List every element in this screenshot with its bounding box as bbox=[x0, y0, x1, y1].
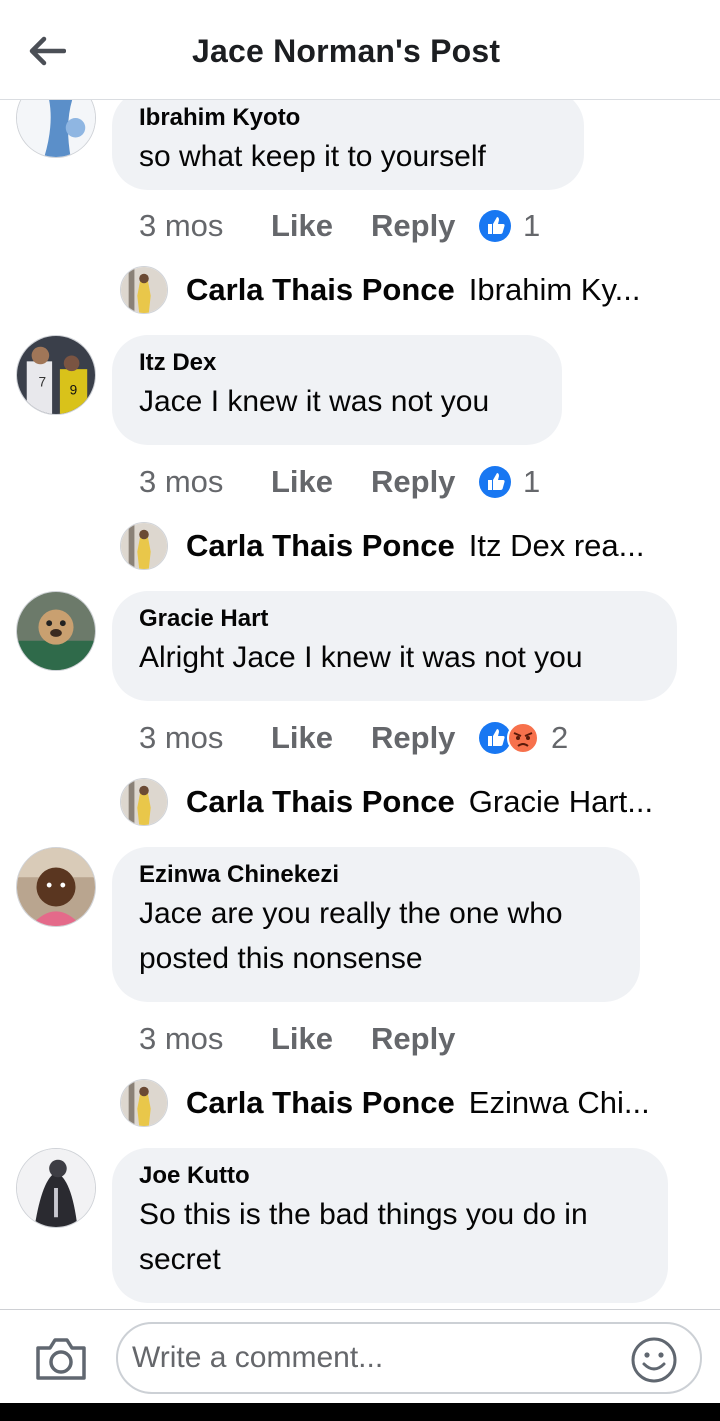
comment-text: Jace I knew it was not you bbox=[139, 385, 490, 418]
comment-text: So this is the bad things you do in bbox=[139, 1198, 588, 1231]
like-button[interactable]: Like bbox=[271, 1021, 371, 1057]
page-title: Jace Norman's Post bbox=[192, 33, 501, 69]
avatar[interactable]: 79 bbox=[16, 335, 96, 415]
reply-button[interactable]: Reply bbox=[371, 720, 479, 756]
comment-bubble[interactable]: Itz Dex Jace I knew it was not you bbox=[112, 335, 562, 445]
comment-bubble[interactable]: Ibrahim Kyoto so what keep it to yoursel… bbox=[112, 100, 584, 190]
like-button[interactable]: Like bbox=[271, 208, 371, 244]
reply-author: Carla Thais Ponce bbox=[186, 784, 455, 819]
reply-button[interactable]: Reply bbox=[371, 1021, 479, 1057]
comment-actions: 3 mos Like Reply bbox=[139, 1019, 479, 1059]
angry-reaction-icon bbox=[507, 722, 539, 754]
comment-time: 3 mos bbox=[139, 720, 224, 755]
reply-preview[interactable]: Carla Thais Ponce Gracie Hart... bbox=[120, 777, 653, 827]
comment-time: 3 mos bbox=[139, 464, 224, 499]
comment-bubble[interactable]: Ezinwa Chinekezi Jace are you really the… bbox=[112, 847, 640, 1002]
reply-preview[interactable]: Carla Thais Ponce Itz Dex rea... bbox=[120, 521, 645, 571]
emoji-button[interactable] bbox=[630, 1336, 678, 1384]
comment-actions: 3 mos Like Reply 2 bbox=[139, 718, 568, 758]
comment-author[interactable]: Joe Kutto bbox=[139, 1162, 640, 1190]
comment-bubble[interactable]: Gracie Hart Alright Jace I knew it was n… bbox=[112, 591, 677, 701]
back-button[interactable] bbox=[22, 28, 72, 74]
comment-text: Jace are you really the one who bbox=[139, 897, 563, 930]
comment-time: 3 mos bbox=[139, 208, 224, 243]
comment-text: so what keep it to yourself bbox=[139, 140, 486, 173]
camera-icon bbox=[36, 1338, 86, 1380]
reply-button[interactable]: Reply bbox=[371, 208, 479, 244]
system-nav-bar bbox=[0, 1403, 720, 1421]
reactions[interactable]: 1 bbox=[479, 464, 540, 500]
reaction-count: 1 bbox=[523, 464, 541, 499]
reply-preview-text: Itz Dex rea... bbox=[468, 528, 645, 563]
comment-actions: 3 mos Like Reply 1 bbox=[139, 462, 540, 502]
emoji-icon bbox=[631, 1337, 677, 1383]
comment-author[interactable]: Ezinwa Chinekezi bbox=[139, 861, 612, 889]
comments-list: Ibrahim Kyoto so what keep it to yoursel… bbox=[0, 100, 720, 1309]
camera-button[interactable] bbox=[34, 1336, 88, 1382]
svg-text:7: 7 bbox=[38, 375, 46, 390]
reply-preview-text: Ezinwa Chi... bbox=[468, 1085, 650, 1120]
comment-author[interactable]: Gracie Hart bbox=[139, 605, 649, 633]
reply-preview-text: Ibrahim Ky... bbox=[468, 272, 641, 307]
reply-author: Carla Thais Ponce bbox=[186, 272, 455, 307]
reactions[interactable]: 1 bbox=[479, 208, 540, 244]
reply-author: Carla Thais Ponce bbox=[186, 1085, 455, 1120]
avatar[interactable] bbox=[16, 591, 96, 671]
avatar bbox=[120, 522, 168, 570]
avatar[interactable] bbox=[16, 1148, 96, 1228]
reaction-count: 1 bbox=[523, 208, 541, 243]
top-bar: Jace Norman's Post bbox=[0, 0, 720, 100]
reply-author: Carla Thais Ponce bbox=[186, 528, 455, 563]
avatar bbox=[120, 266, 168, 314]
comment-text: Alright Jace I knew it was not you bbox=[139, 641, 583, 674]
reply-preview[interactable]: Carla Thais Ponce Ibrahim Ky... bbox=[120, 265, 640, 315]
comment-bubble[interactable]: Joe Kutto So this is the bad things you … bbox=[112, 1148, 668, 1303]
comment-text-line-2: secret bbox=[139, 1243, 221, 1276]
comment-author[interactable]: Itz Dex bbox=[139, 349, 534, 377]
avatar bbox=[120, 778, 168, 826]
comment-time: 3 mos bbox=[139, 1021, 224, 1056]
avatar[interactable] bbox=[16, 847, 96, 927]
like-button[interactable]: Like bbox=[271, 720, 371, 756]
reply-preview-text: Gracie Hart... bbox=[468, 784, 654, 819]
avatar bbox=[120, 1079, 168, 1127]
avatar[interactable] bbox=[16, 100, 96, 158]
comment-composer bbox=[0, 1309, 720, 1403]
back-arrow-icon bbox=[29, 36, 66, 66]
reply-button[interactable]: Reply bbox=[371, 464, 479, 500]
reactions[interactable]: 2 bbox=[479, 720, 568, 756]
reaction-count: 2 bbox=[551, 720, 569, 755]
svg-text:9: 9 bbox=[70, 383, 78, 398]
reply-preview[interactable]: Carla Thais Ponce Ezinwa Chi... bbox=[120, 1078, 650, 1128]
comment-text-line-2: posted this nonsense bbox=[139, 942, 423, 975]
comment-input[interactable] bbox=[116, 1322, 702, 1394]
like-button[interactable]: Like bbox=[271, 464, 371, 500]
like-reaction-icon bbox=[479, 466, 511, 498]
comment-actions: 3 mos Like Reply 1 bbox=[139, 206, 540, 246]
like-reaction-icon bbox=[479, 210, 511, 242]
comment-author[interactable]: Ibrahim Kyoto bbox=[139, 104, 556, 132]
